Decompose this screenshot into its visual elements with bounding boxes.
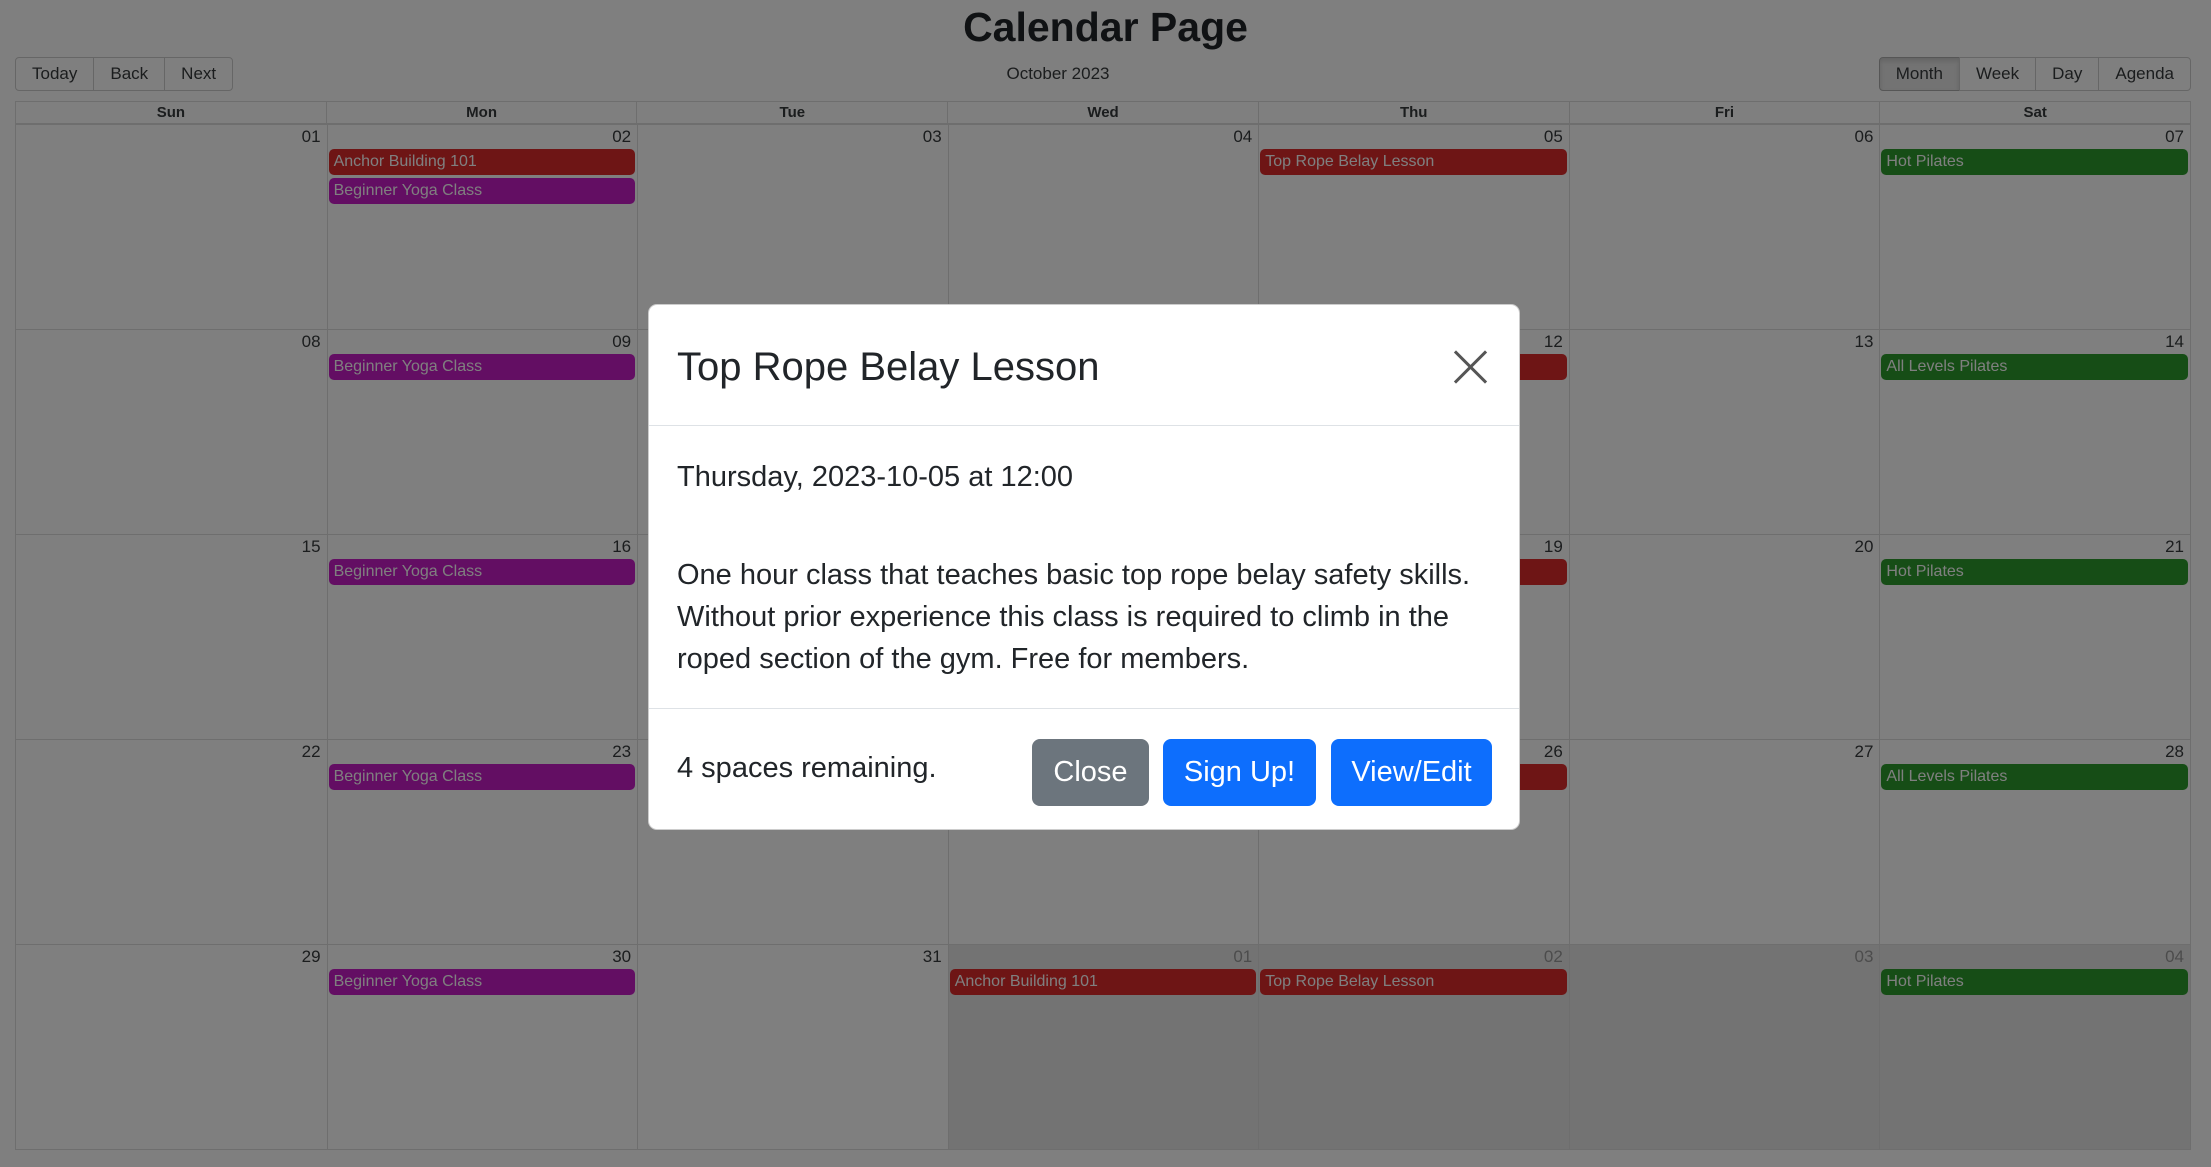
modal-footer: 4 spaces remaining. Close Sign Up! View/… — [649, 709, 1519, 829]
modal-title: Top Rope Belay Lesson — [677, 345, 1100, 389]
event-description: One hour class that teaches basic top ro… — [677, 559, 1471, 675]
close-button[interactable]: Close — [1032, 739, 1149, 806]
view-edit-button[interactable]: View/Edit — [1331, 739, 1492, 806]
event-date: Thursday, 2023-10-05 at 12:00 — [677, 461, 1074, 493]
spaces-remaining: 4 spaces remaining. — [677, 752, 937, 784]
event-modal: Top Rope Belay Lesson Thursday, 2023-10-… — [648, 304, 1520, 830]
modal-body: Thursday, 2023-10-05 at 12:00 One hour c… — [649, 426, 1519, 709]
close-icon[interactable] — [1453, 349, 1489, 385]
modal-header: Top Rope Belay Lesson — [649, 305, 1519, 426]
sign-up-button[interactable]: Sign Up! — [1163, 739, 1316, 806]
